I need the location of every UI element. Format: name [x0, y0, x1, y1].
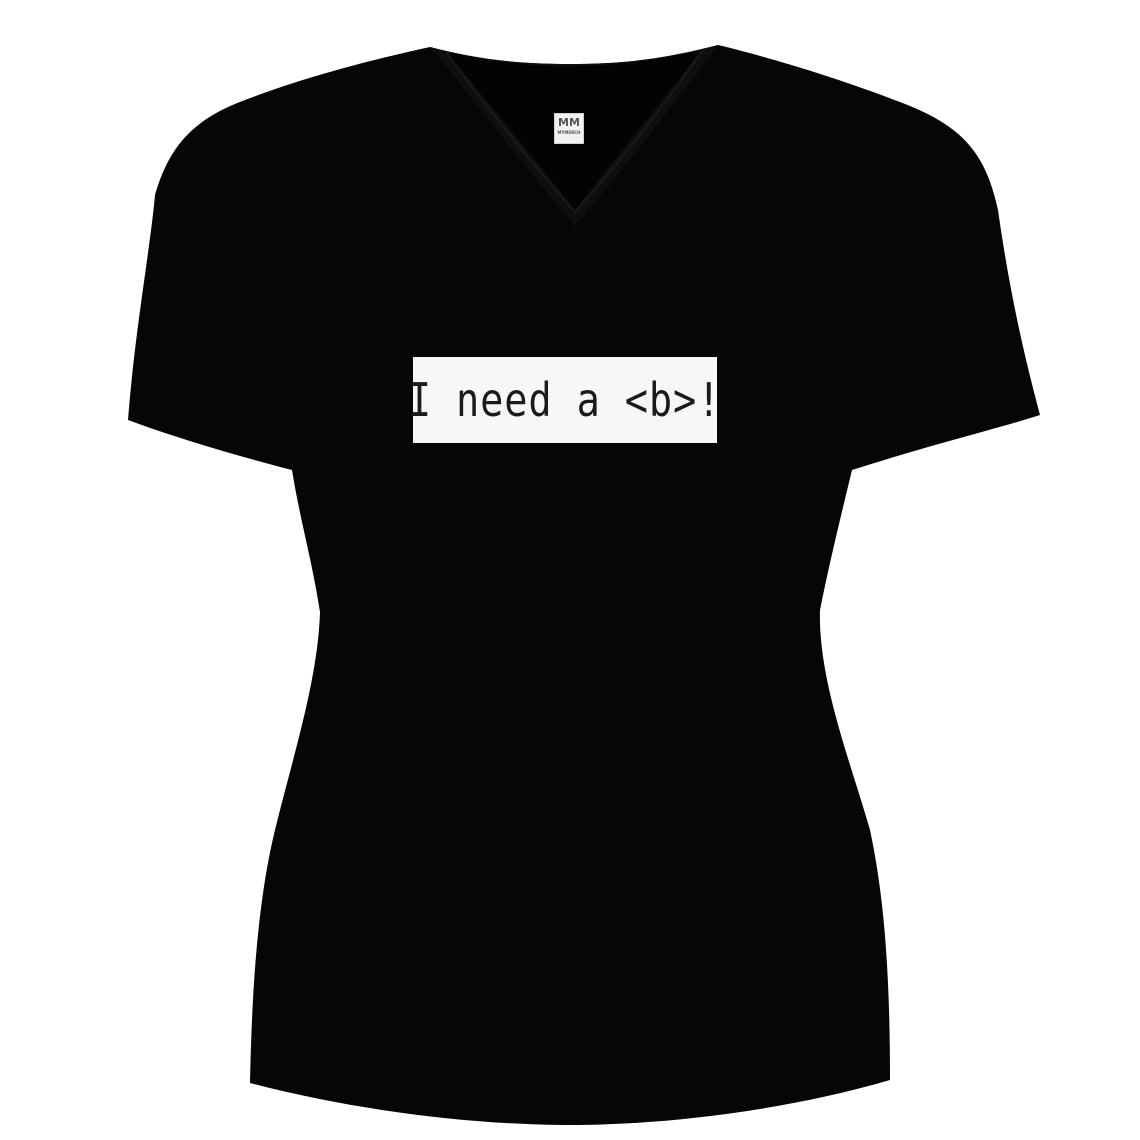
product-image: MM MYMERCH I need a <b>!	[0, 0, 1140, 1140]
brand-name: MYMERCH	[557, 130, 581, 135]
brand-logo: MM	[558, 116, 580, 129]
shirt-print-text: I need a <b>!	[408, 373, 722, 427]
t-shirt-shape	[128, 45, 1040, 1125]
brand-neck-tag: MM MYMERCH	[554, 113, 584, 144]
shirt-print-box: I need a <b>!	[408, 357, 721, 443]
